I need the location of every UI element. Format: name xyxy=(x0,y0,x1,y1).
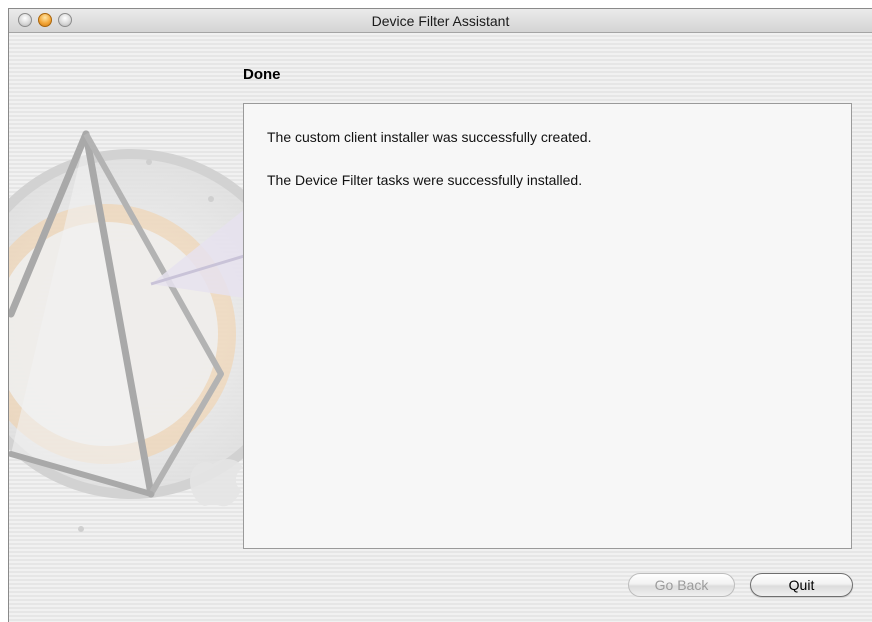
page-title: Done xyxy=(243,66,281,83)
assistant-window: Device Filter Assistant Done The custom … xyxy=(8,8,872,622)
status-panel: The custom client installer was successf… xyxy=(243,103,852,549)
quit-button[interactable]: Quit xyxy=(750,573,853,597)
status-message: The Device Filter tasks were successfull… xyxy=(267,172,583,188)
status-message: The custom client installer was successf… xyxy=(267,129,592,145)
title-bar[interactable]: Device Filter Assistant xyxy=(9,9,872,33)
go-back-button[interactable]: Go Back xyxy=(628,573,735,597)
window-title: Device Filter Assistant xyxy=(371,13,510,29)
